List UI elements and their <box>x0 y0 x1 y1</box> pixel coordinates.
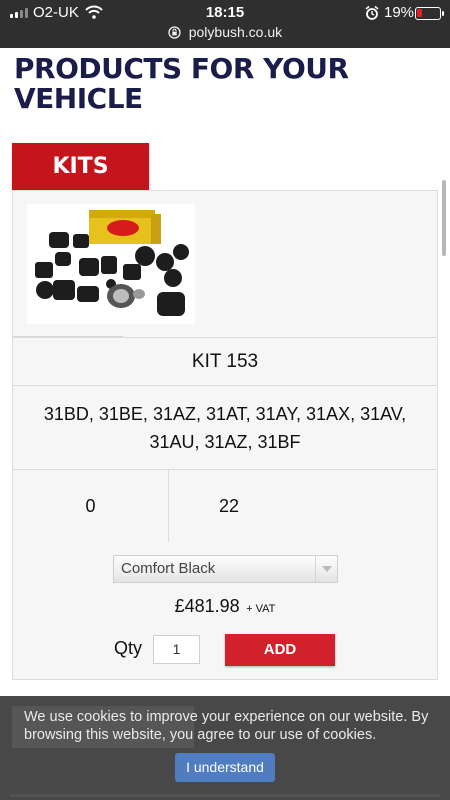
chevron-down-icon <box>315 556 337 582</box>
accept-cookies-button[interactable]: I understand <box>175 753 275 782</box>
browser-topbar: O2-UK 18:15 19% polybush.co.uk <box>0 0 450 48</box>
product-attributes-row: 0 22 <box>13 469 437 542</box>
page-title: PRODUCTS FOR YOUR VEHICLE <box>14 52 349 115</box>
url-text: polybush.co.uk <box>188 24 283 40</box>
price-amount: £481.98 <box>174 596 240 616</box>
cookie-message: We use cookies to improve your experienc… <box>24 709 429 743</box>
scrollbar[interactable] <box>442 180 446 256</box>
home-indicator <box>10 794 440 797</box>
attribute-cell-1: 0 <box>13 470 169 542</box>
option-select[interactable]: Comfort Black <box>113 555 338 583</box>
quantity-input[interactable]: 1 <box>153 635 200 664</box>
product-image[interactable] <box>27 204 195 324</box>
status-bar: O2-UK 18:15 19% <box>0 4 450 22</box>
attribute-cell-2: 22 <box>218 496 240 516</box>
cookie-banner: We use cookies to improve your experienc… <box>0 696 450 800</box>
battery-icon <box>415 7 444 20</box>
tab-kits[interactable]: KITS <box>12 143 149 190</box>
battery-percentage: 19% <box>384 4 415 21</box>
product-codes: 31BD, 31BE, 31AZ, 31AT, 31AY, 31AX, 31AV… <box>13 385 437 469</box>
price: £481.98 + VAT <box>13 596 437 617</box>
add-to-basket-button[interactable]: ADD <box>225 634 335 666</box>
alarm-icon <box>364 5 380 26</box>
vat-label: + VAT <box>246 603 276 615</box>
product-card: KIT 153 31BD, 31BE, 31AZ, 31AT, 31AY, 31… <box>12 190 438 680</box>
option-selected-value: Comfort Black <box>121 560 216 577</box>
bush-kit-photo-icon <box>35 210 189 316</box>
qty-label: Qty <box>114 638 143 658</box>
lock-icon <box>168 26 181 42</box>
address-bar[interactable]: polybush.co.uk <box>0 24 450 42</box>
clock: 18:15 <box>205 4 245 21</box>
product-name: KIT 153 <box>13 337 437 385</box>
